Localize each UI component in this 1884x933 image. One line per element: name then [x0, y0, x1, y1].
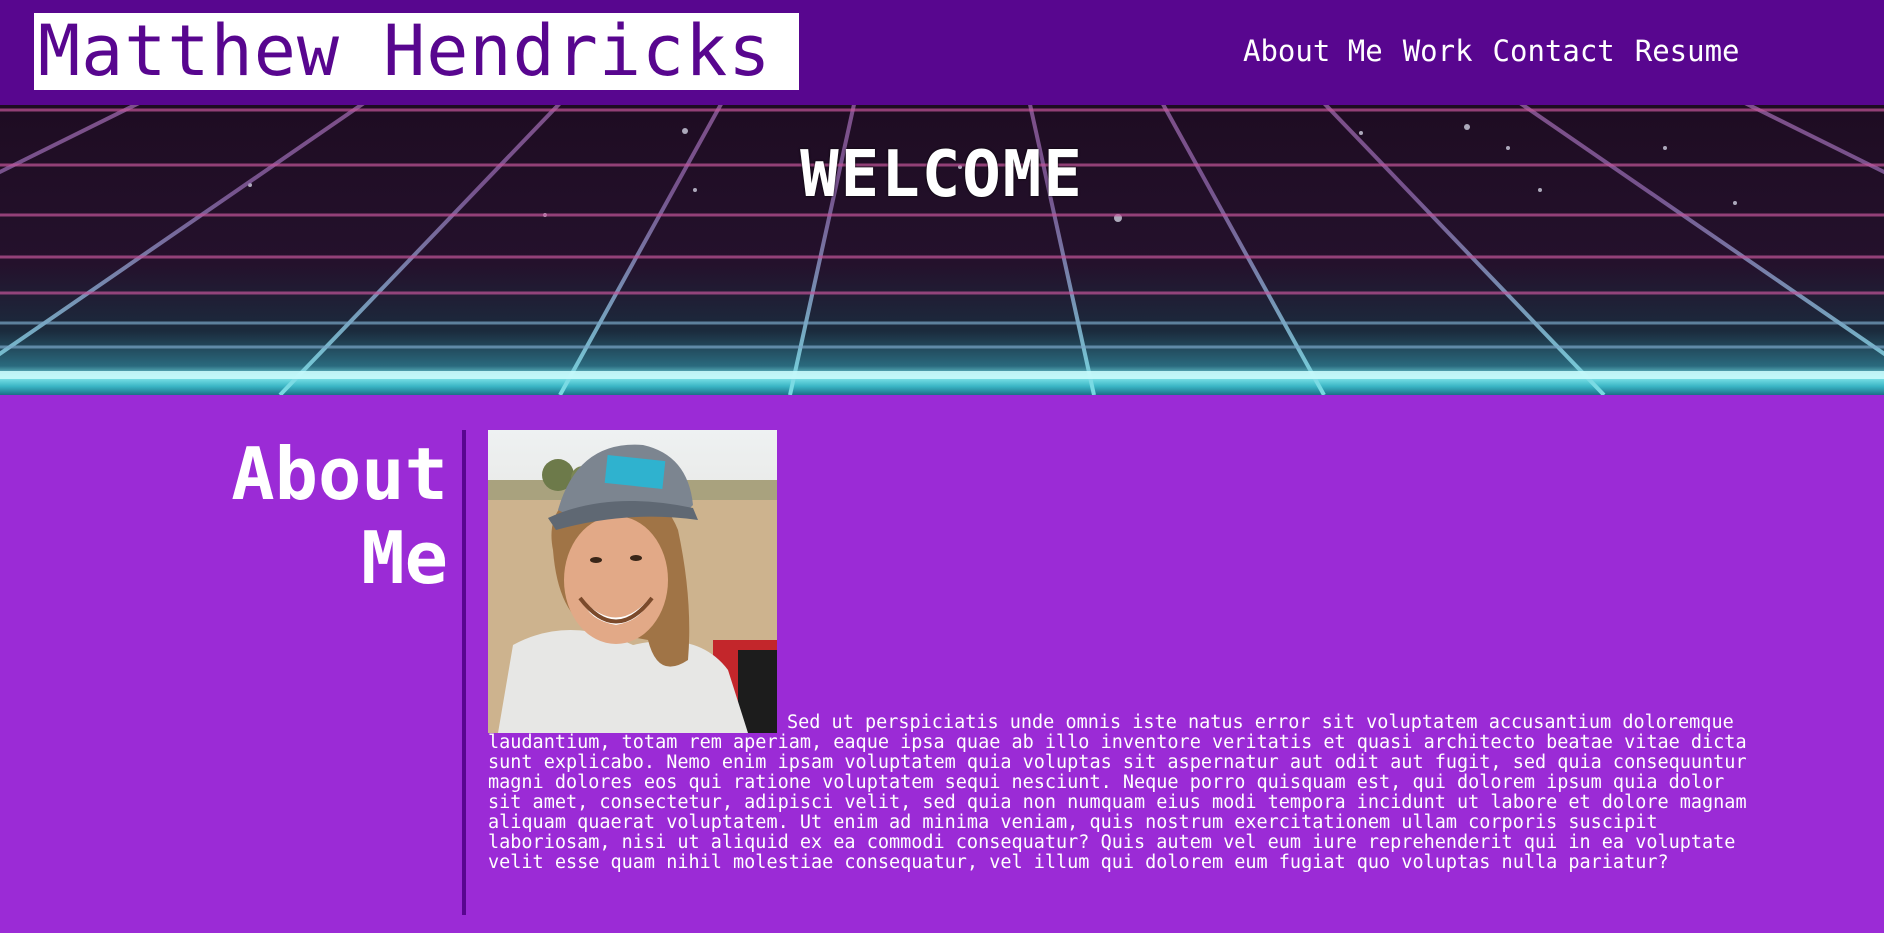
- vertical-divider: [462, 430, 466, 915]
- about-content: Sed ut perspiciatis unde omnis iste natu…: [488, 430, 1748, 873]
- hero-banner: WELCOME: [0, 105, 1884, 395]
- about-paragraph: Sed ut perspiciatis unde omnis iste natu…: [488, 712, 1747, 873]
- portrait-photo: [488, 430, 777, 733]
- site-header: Matthew Hendricks About Me Work Contact …: [0, 0, 1884, 105]
- nav-link-work[interactable]: Work: [1403, 33, 1473, 69]
- main-nav: About Me Work Contact Resume: [1243, 33, 1740, 69]
- welcome-title: WELCOME: [800, 138, 1084, 212]
- about-me-heading: About Me: [231, 432, 448, 600]
- nav-link-resume[interactable]: Resume: [1635, 33, 1740, 69]
- nav-link-about-me[interactable]: About Me: [1243, 33, 1383, 69]
- nav-link-contact[interactable]: Contact: [1493, 33, 1615, 69]
- site-logo-name[interactable]: Matthew Hendricks: [34, 13, 799, 90]
